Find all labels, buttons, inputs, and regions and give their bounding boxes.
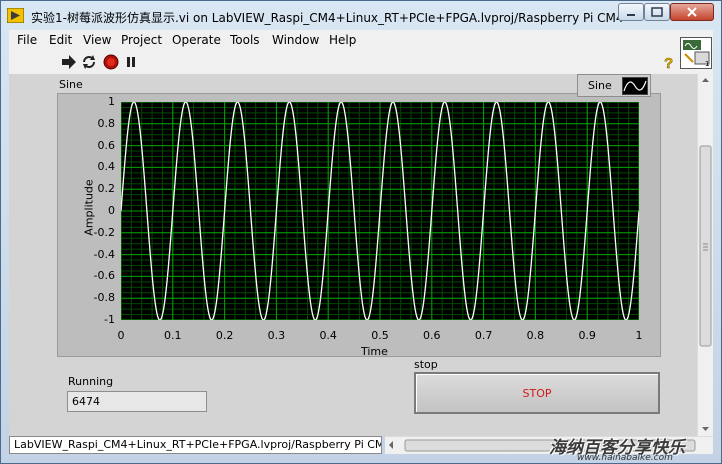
y-tick-label: -0.4 [93, 247, 115, 261]
y-tick-label: -0.6 [93, 269, 115, 283]
x-tick-label: 0.1 [164, 329, 182, 342]
x-axis-label: Time [361, 345, 388, 358]
waveform-plot-area[interactable] [121, 102, 639, 320]
application-window: 实验1-树莓派波形仿真显示.vi on LabVIEW_Raspi_CM4+Li… [0, 0, 722, 464]
svg-text:?: ? [664, 55, 673, 70]
y-tick-label: -0.8 [93, 291, 115, 305]
menu-bar: File Edit View Project Operate Tools Win… [9, 30, 713, 51]
x-tick-label: 0.3 [267, 329, 286, 342]
y-tick-label: 0.4 [97, 160, 116, 174]
pause-icon[interactable] [123, 54, 139, 70]
menu-help[interactable]: Help [329, 33, 356, 47]
y-axis-label: Amplitude [82, 179, 96, 236]
maximize-icon [651, 7, 663, 17]
y-tick-label: 1 [108, 95, 115, 108]
minimize-button[interactable] [618, 3, 644, 21]
y-tick-label: 0.6 [97, 138, 116, 152]
menu-file[interactable]: File [17, 33, 37, 47]
stop-button-text: STOP [522, 387, 552, 400]
svg-text:1: 1 [705, 60, 709, 68]
help-icon[interactable]: ? [661, 54, 677, 70]
title-bar: 实验1-树莓派波形仿真显示.vi on LabVIEW_Raspi_CM4+Li… [1, 1, 721, 31]
legend-swatch-icon [622, 77, 648, 95]
close-icon [687, 7, 697, 17]
maximize-button[interactable] [644, 3, 670, 21]
minimize-icon [627, 14, 635, 16]
y-tick-label: -1 [104, 313, 115, 326]
vertical-scrollbar[interactable] [697, 74, 713, 436]
abort-icon[interactable] [103, 54, 119, 70]
x-tick-label: 0 [117, 329, 125, 342]
x-tick-label: 0.2 [215, 329, 234, 342]
x-tick-label: 0.8 [526, 329, 545, 342]
x-tick-label: 0.7 [474, 329, 493, 342]
y-tick-label: 0.8 [97, 116, 116, 130]
x-tick-label: 0.6 [423, 329, 441, 342]
plot-legend[interactable]: Sine [577, 74, 651, 97]
window-title: 实验1-树莓派波形仿真显示.vi on LabVIEW_Raspi_CM4+Li… [31, 11, 624, 25]
run-arrow-icon[interactable] [61, 54, 77, 70]
run-continuously-icon[interactable] [81, 54, 97, 70]
menu-view[interactable]: View [83, 33, 111, 47]
x-tick-label: 0.4 [319, 329, 337, 342]
x-tick-label: 1 [635, 329, 643, 342]
labview-app-icon [7, 8, 24, 23]
stop-label: stop [414, 358, 438, 371]
legend-series-name: Sine [588, 79, 612, 92]
menu-window[interactable]: Window [272, 33, 319, 47]
toolbar: ? [9, 50, 713, 75]
menu-operate[interactable]: Operate [172, 33, 221, 47]
vi-connector-icon[interactable]: 1 [680, 37, 712, 69]
menu-edit[interactable]: Edit [49, 33, 72, 47]
watermark-url: www.hainabaike.com [577, 453, 673, 463]
status-project-path: LabVIEW_Raspi_CM4+Linux_RT+PCIe+FPGA.lvp… [9, 436, 382, 454]
close-button[interactable] [670, 3, 714, 21]
running-label: Running [68, 375, 114, 388]
menu-tools[interactable]: Tools [230, 33, 260, 47]
menu-project[interactable]: Project [121, 33, 162, 47]
x-tick-label: 0.5 [371, 329, 389, 342]
stop-button[interactable]: STOP [414, 372, 660, 414]
graph-label: Sine [59, 78, 83, 91]
running-indicator: 6474 [67, 391, 207, 412]
x-tick-label: 0.9 [578, 329, 596, 342]
